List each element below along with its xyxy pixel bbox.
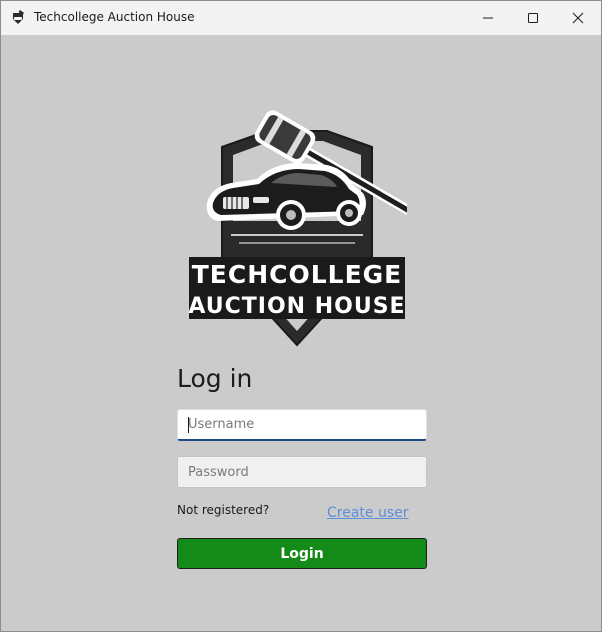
username-field[interactable] (177, 409, 427, 441)
page-title: Log in (177, 364, 253, 393)
login-button[interactable]: Login (177, 538, 427, 569)
window-title: Techcollege Auction House (34, 10, 195, 24)
app-window: Techcollege Auction House TECHCOLLEGE AU… (0, 0, 602, 632)
create-user-link[interactable]: Create user (327, 505, 409, 521)
minimize-button[interactable] (465, 1, 511, 35)
password-field[interactable] (177, 456, 427, 488)
minimize-icon (483, 17, 493, 19)
auction-house-logo: TECHCOLLEGE AUCTION HOUSE (187, 95, 418, 351)
title-bar[interactable]: Techcollege Auction House (1, 1, 601, 35)
text-caret (188, 417, 189, 433)
close-button[interactable] (555, 1, 601, 35)
gavel-car-icon (10, 10, 26, 26)
logo-line-2: AUCTION HOUSE (188, 294, 405, 319)
maximize-icon (528, 13, 538, 23)
maximize-button[interactable] (510, 1, 556, 35)
close-icon (572, 12, 584, 24)
logo-line-1: TECHCOLLEGE (192, 260, 403, 289)
not-registered-label: Not registered? (177, 503, 270, 517)
